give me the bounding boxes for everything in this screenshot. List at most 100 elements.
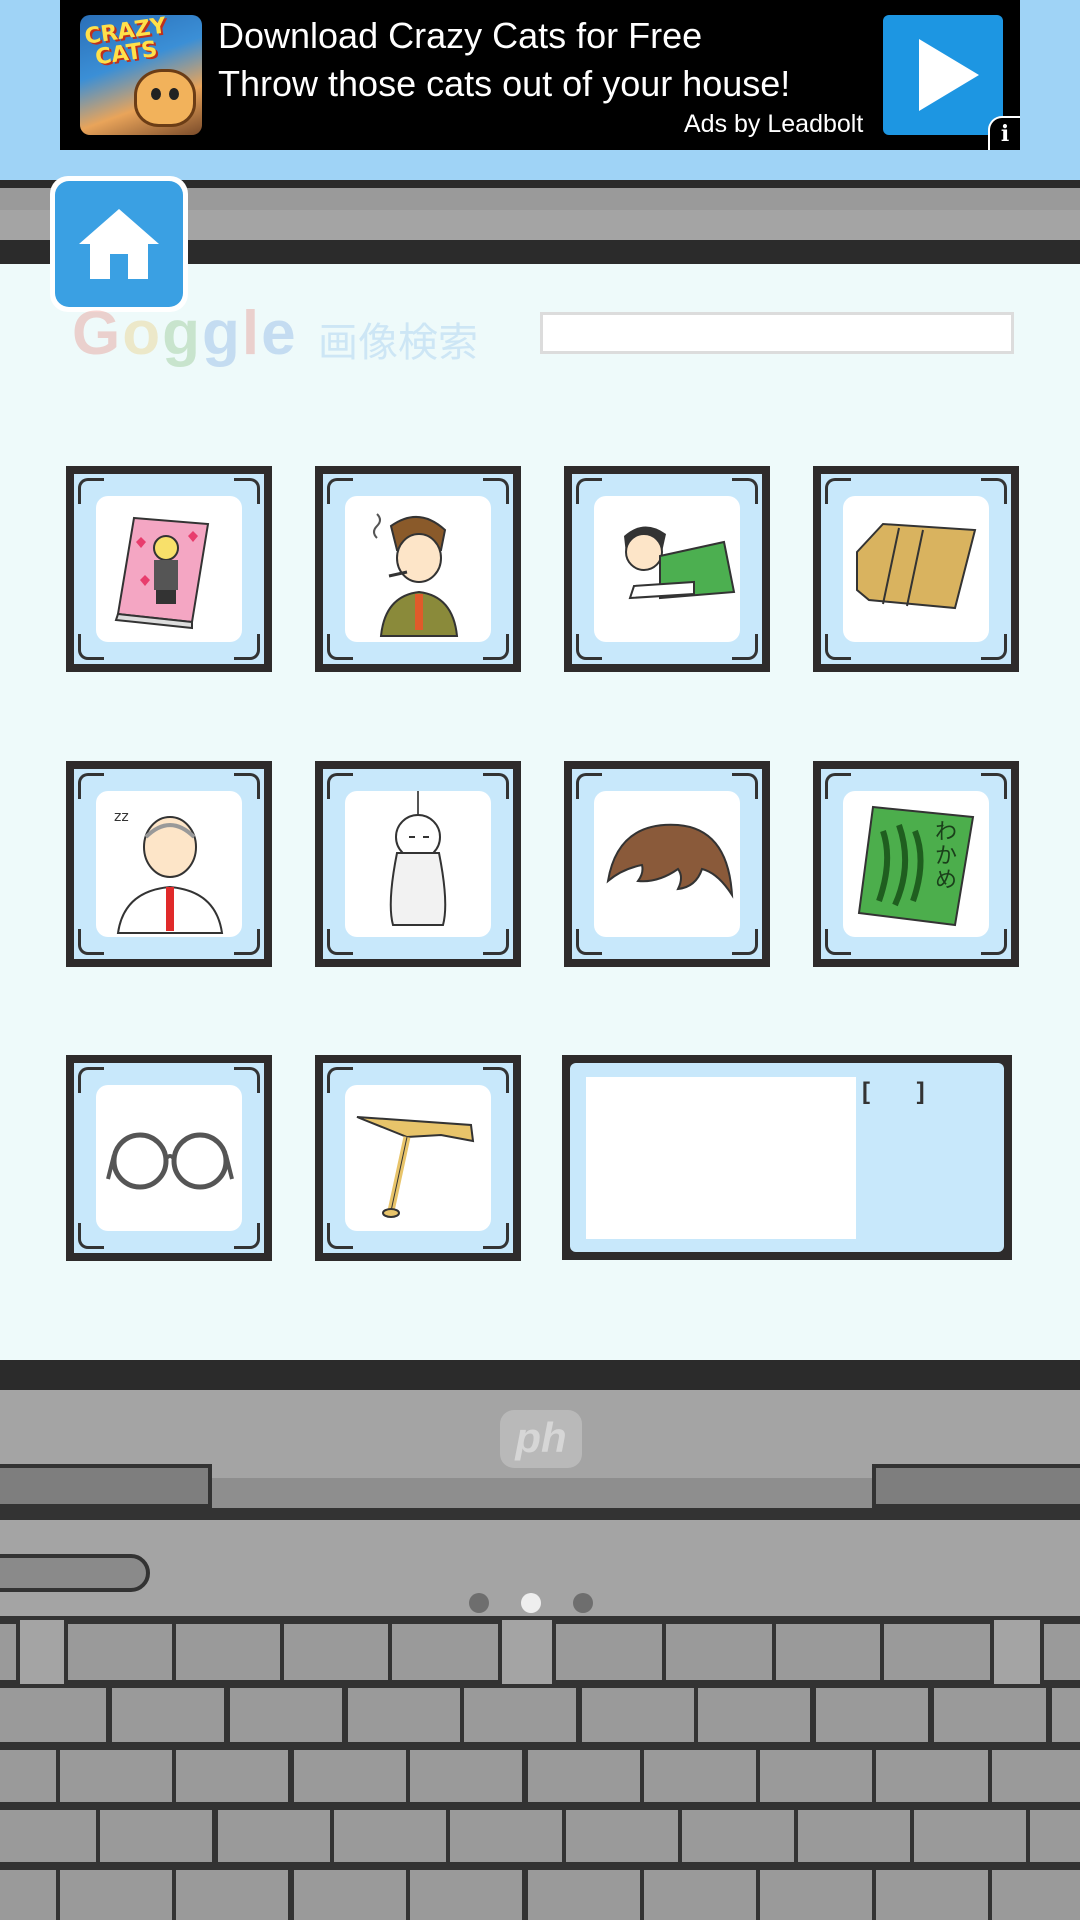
keyboard-key xyxy=(406,1746,526,1806)
logo-letter: l xyxy=(241,299,262,368)
logo-letter: g xyxy=(162,299,202,368)
goggle-logo: Goggle xyxy=(72,298,298,369)
keyboard-key xyxy=(662,1620,776,1684)
smoking-man-icon xyxy=(373,513,459,637)
bamboo-copter-icon xyxy=(356,1116,475,1218)
item-tile[interactable] xyxy=(315,761,521,967)
logo-letter: G xyxy=(72,299,123,368)
wakame-seaweed-icon xyxy=(857,805,975,927)
wakame-label: わかめ xyxy=(935,820,958,893)
ad-subline: Throw those cats out of your house! xyxy=(218,63,791,104)
hinge-right xyxy=(872,1464,1080,1508)
item-tile[interactable] xyxy=(66,466,272,672)
teru-teru-bozu-icon xyxy=(389,791,447,926)
item-tile[interactable] xyxy=(813,466,1019,672)
item-tile[interactable] xyxy=(315,1055,521,1261)
brand-logo: ph xyxy=(500,1410,582,1468)
keyboard-key xyxy=(756,1866,876,1920)
laptop-base-edge xyxy=(0,1360,1080,1390)
keyboard-key xyxy=(172,1746,292,1806)
ad-info-icon[interactable]: i xyxy=(988,116,1020,150)
keyboard-key xyxy=(988,1866,1080,1920)
search-input[interactable] xyxy=(540,312,1014,354)
keyboard-key xyxy=(678,1806,798,1866)
keyboard-key xyxy=(108,1684,228,1746)
keyboard-key xyxy=(56,1866,176,1920)
keyboard-key xyxy=(910,1806,1030,1866)
keyboard-key xyxy=(562,1806,682,1866)
sleepy-old-man-icon: zz xyxy=(114,809,224,934)
ad-banner[interactable]: CRAZY CATS Download Crazy Cats for Free … xyxy=(60,0,1020,150)
item-tile[interactable] xyxy=(564,761,770,967)
keyboard-key xyxy=(524,1866,644,1920)
wig-hair-icon xyxy=(606,823,734,899)
item-detail-brackets: [ ] xyxy=(862,1078,945,1105)
home-icon xyxy=(79,209,159,279)
keyboard-key xyxy=(290,1866,410,1920)
logo-letter: g xyxy=(201,299,242,368)
hinge-left xyxy=(0,1464,212,1508)
keyboard-frame xyxy=(0,1616,1080,1620)
keyboard-key xyxy=(772,1620,886,1684)
glasses-icon xyxy=(106,1132,234,1190)
keyboard-key xyxy=(280,1620,394,1684)
keyboard-key xyxy=(460,1684,580,1746)
page-dot-2[interactable] xyxy=(521,1593,541,1613)
keyboard-key xyxy=(344,1684,464,1746)
keyboard-key xyxy=(0,1746,60,1806)
keyboard-key xyxy=(988,1746,1080,1806)
keyboard-key xyxy=(446,1806,566,1866)
keyboard-key xyxy=(330,1806,450,1866)
home-button[interactable] xyxy=(50,176,188,312)
item-tile[interactable] xyxy=(315,466,521,672)
keyboard-key xyxy=(0,1620,20,1684)
item-tile[interactable] xyxy=(564,466,770,672)
keyboard-key xyxy=(794,1806,914,1866)
ad-play-button[interactable] xyxy=(883,15,1003,135)
keyboard-key xyxy=(930,1684,1050,1746)
item-detail-image xyxy=(586,1077,856,1239)
keyboard-key xyxy=(214,1806,334,1866)
cat-icon xyxy=(134,69,196,127)
keyboard-key xyxy=(872,1866,992,1920)
ad-headline: Download Crazy Cats for Free xyxy=(218,15,703,56)
keyboard-key xyxy=(880,1620,994,1684)
keyboard-key xyxy=(0,1684,110,1746)
ad-attribution: Ads by Leadbolt xyxy=(684,110,864,138)
keyboard-key xyxy=(640,1866,760,1920)
keyboard-key xyxy=(172,1866,292,1920)
keyboard-key xyxy=(96,1806,216,1866)
item-tile[interactable]: わかめ xyxy=(813,761,1019,967)
item-tile[interactable] xyxy=(66,1055,272,1261)
keyboard-key xyxy=(290,1746,410,1806)
keyboard-key xyxy=(64,1620,178,1684)
keyboard-key xyxy=(1040,1620,1080,1684)
keyboard-key xyxy=(56,1746,176,1806)
keyboard-key xyxy=(524,1746,644,1806)
hinge-mid xyxy=(210,1478,874,1508)
page-dot-3[interactable] xyxy=(573,1593,593,1613)
keyboard-key xyxy=(0,1806,100,1866)
keyboard-key xyxy=(552,1620,666,1684)
keyboard-key xyxy=(756,1746,876,1806)
keyboard-key xyxy=(694,1684,814,1746)
ad-app-thumbnail[interactable]: CRAZY CATS xyxy=(80,15,202,135)
ad-thumbnail-logo: CRAZY CATS xyxy=(83,15,168,72)
keyboard-key xyxy=(406,1866,526,1920)
keyboard-key xyxy=(172,1620,286,1684)
keyboard-key xyxy=(226,1684,346,1746)
logo-letter: e xyxy=(261,299,298,368)
cardboard-box-icon xyxy=(856,522,977,610)
keyboard-key xyxy=(388,1620,502,1684)
keyboard-key xyxy=(812,1684,932,1746)
keyboard-key xyxy=(640,1746,760,1806)
logo-letter: o xyxy=(122,299,163,368)
keyboard-key xyxy=(578,1684,698,1746)
speaker-grill xyxy=(0,1554,150,1592)
romance-book-icon xyxy=(114,516,210,630)
page-dot-1[interactable] xyxy=(469,1593,489,1613)
keyboard-key xyxy=(0,1866,60,1920)
play-icon xyxy=(919,39,979,111)
item-tile[interactable]: zz xyxy=(66,761,272,967)
deck-line xyxy=(0,1508,1080,1520)
